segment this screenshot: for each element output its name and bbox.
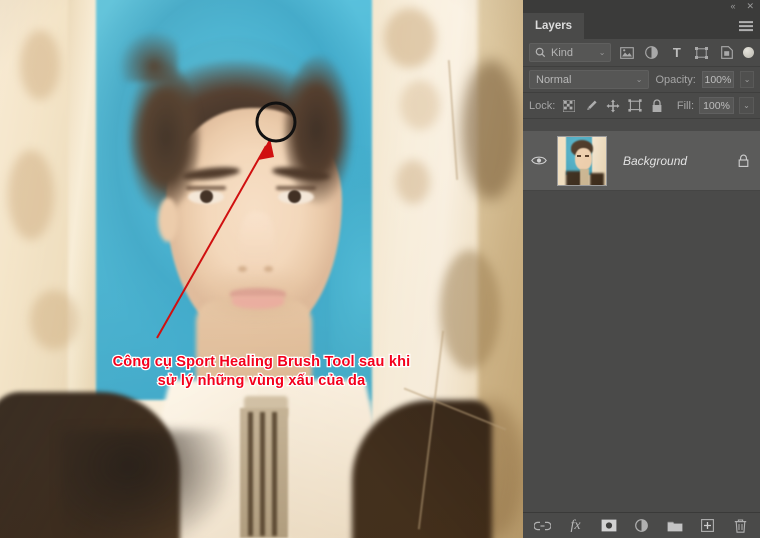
opacity-label: Opacity: xyxy=(655,73,696,86)
lock-all-icon[interactable] xyxy=(648,97,665,115)
opacity-stepper-caret[interactable]: ⌄ xyxy=(740,71,754,88)
portrait-hair-right xyxy=(284,55,356,205)
photo-damage-stain xyxy=(384,8,436,68)
chevron-down-icon: ⌄ xyxy=(635,75,643,84)
portrait-pupil-left xyxy=(200,190,213,203)
new-adjustment-layer-icon[interactable] xyxy=(633,517,650,534)
new-group-icon[interactable] xyxy=(666,517,683,534)
panel-titlebar: « ✕ xyxy=(523,0,760,13)
fill-stepper-caret[interactable]: ⌄ xyxy=(739,97,754,114)
filter-pixel-icon[interactable] xyxy=(617,43,636,62)
photo-damage-stain xyxy=(30,290,78,350)
photo-damage-stain xyxy=(20,30,60,100)
image-canvas[interactable]: Công cụ Sport Healing Brush Tool sau khi… xyxy=(0,0,523,538)
layer-name-background[interactable]: Background xyxy=(613,154,728,168)
layers-panel-footer: fx xyxy=(523,512,760,538)
filter-smart-object-icon[interactable] xyxy=(717,43,736,62)
photo-damage-stain xyxy=(462,60,520,200)
new-layer-icon[interactable] xyxy=(699,517,716,534)
filter-adjustment-icon[interactable] xyxy=(642,43,661,62)
portrait-nostril-left xyxy=(238,266,247,272)
close-panel-icon[interactable]: ✕ xyxy=(746,2,754,11)
portrait-nostril-right xyxy=(264,266,273,272)
tab-layers[interactable]: Layers xyxy=(523,13,585,39)
portrait-eyelid-right xyxy=(276,186,316,190)
lock-image-pixels-icon[interactable] xyxy=(582,97,599,115)
layer-filter-row: Kind ⌄ T xyxy=(523,39,760,67)
blend-mode-row: Normal ⌄ Opacity: 100% ⌄ xyxy=(523,67,760,93)
fill-label: Fill: xyxy=(676,99,694,112)
photo-damage-stain xyxy=(396,160,430,204)
lock-position-icon[interactable] xyxy=(604,97,621,115)
portrait-nose xyxy=(240,212,274,274)
blend-mode-select[interactable]: Normal ⌄ xyxy=(529,70,650,89)
blend-mode-value: Normal xyxy=(536,73,572,86)
filter-type-icon[interactable]: T xyxy=(667,43,686,62)
filter-kind-label: Kind xyxy=(551,46,574,59)
filter-enable-toggle[interactable] xyxy=(742,43,754,62)
opacity-input[interactable]: 100% xyxy=(701,71,735,88)
lock-row: Lock: Fill: 100% ⌄ xyxy=(523,93,760,119)
layer-locked-icon xyxy=(734,154,752,167)
layer-visibility-eye-icon[interactable] xyxy=(527,155,551,166)
photo-damage-stain xyxy=(440,250,500,370)
lock-transparent-pixels-icon[interactable] xyxy=(560,97,577,115)
filter-shape-icon[interactable] xyxy=(692,43,711,62)
scanned-portrait-photo xyxy=(0,0,523,538)
layers-panel: « ✕ Layers Kind ⌄ T Normal ⌄ Opacity: 10… xyxy=(523,0,760,538)
portrait-lower-lip xyxy=(232,296,284,309)
photo-damage-stain xyxy=(8,150,54,240)
panel-tab-row: Layers xyxy=(523,13,760,39)
layer-row-background[interactable]: Background xyxy=(523,131,760,191)
collapse-panel-icon[interactable]: « xyxy=(730,2,735,11)
portrait-pupil-right xyxy=(288,190,301,203)
link-layers-icon[interactable] xyxy=(534,517,551,534)
layer-style-fx-icon[interactable]: fx xyxy=(567,517,584,534)
lock-label: Lock: xyxy=(529,99,556,112)
chevron-down-icon: ⌄ xyxy=(598,48,606,57)
portrait-shoulder-shadow xyxy=(60,430,230,538)
filter-kind-select[interactable]: Kind ⌄ xyxy=(529,43,612,62)
portrait-tie-stripe xyxy=(248,412,253,536)
portrait-eyelid-left xyxy=(186,186,226,190)
portrait-jaw-shadow xyxy=(176,270,334,350)
photoshop-window: Công cụ Sport Healing Brush Tool sau khi… xyxy=(0,0,760,538)
add-layer-mask-icon[interactable] xyxy=(600,517,617,534)
search-icon xyxy=(535,47,546,58)
photo-damage-stain xyxy=(400,80,440,130)
portrait-ear xyxy=(158,198,178,242)
hamburger-menu-icon[interactable] xyxy=(739,21,753,31)
portrait-tie-stripe xyxy=(260,412,265,536)
toggle-knob xyxy=(742,47,754,58)
delete-layer-icon[interactable] xyxy=(732,517,749,534)
lock-artboard-nesting-icon[interactable] xyxy=(626,97,643,115)
portrait-tie-stripe xyxy=(272,412,277,536)
layer-list: Background xyxy=(523,131,760,512)
layer-thumbnail[interactable] xyxy=(557,135,607,186)
fill-input[interactable]: 100% xyxy=(699,97,734,114)
